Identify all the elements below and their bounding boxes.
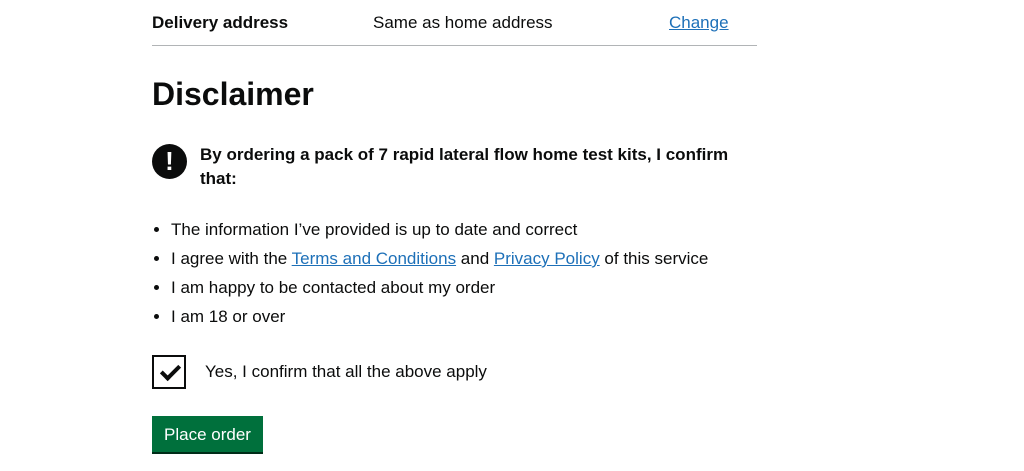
list-item-text: I am 18 or over xyxy=(171,307,286,326)
confirm-checkbox-label[interactable]: Yes, I confirm that all the above apply xyxy=(205,362,487,382)
summary-action: Change xyxy=(669,13,757,33)
privacy-policy-link[interactable]: Privacy Policy xyxy=(494,249,600,268)
change-link[interactable]: Change xyxy=(669,13,729,32)
summary-row-delivery-address: Delivery address Same as home address Ch… xyxy=(152,0,757,46)
terms-and-conditions-link[interactable]: Terms and Conditions xyxy=(292,249,456,268)
list-item-text: of this service xyxy=(599,249,709,268)
summary-value: Same as home address xyxy=(373,12,553,32)
list-item: I agree with the Terms and Conditions an… xyxy=(171,247,757,271)
main-content: Delivery address Same as home address Ch… xyxy=(152,0,757,452)
place-order-button[interactable]: Place order xyxy=(152,416,263,452)
summary-key: Delivery address xyxy=(152,12,289,32)
list-item: I am 18 or over xyxy=(171,305,757,329)
list-item: The information I’ve provided is up to d… xyxy=(171,218,757,242)
confirm-checkbox-row: Yes, I confirm that all the above apply xyxy=(152,355,757,389)
page-heading: Disclaimer xyxy=(152,76,314,112)
warning-text-block: ! By ordering a pack of 7 rapid lateral … xyxy=(152,143,757,191)
disclaimer-list: The information I’ve provided is up to d… xyxy=(152,218,757,329)
confirm-checkbox[interactable] xyxy=(152,355,186,389)
list-item-text: I agree with the xyxy=(171,249,292,268)
warning-message: By ordering a pack of 7 rapid lateral fl… xyxy=(200,145,729,188)
list-item-text: and xyxy=(456,249,494,268)
warning-icon: ! xyxy=(152,144,187,179)
list-item: I am happy to be contacted about my orde… xyxy=(171,276,757,300)
list-item-text: The information I’ve provided is up to d… xyxy=(171,220,578,239)
list-item-text: I am happy to be contacted about my orde… xyxy=(171,278,496,297)
